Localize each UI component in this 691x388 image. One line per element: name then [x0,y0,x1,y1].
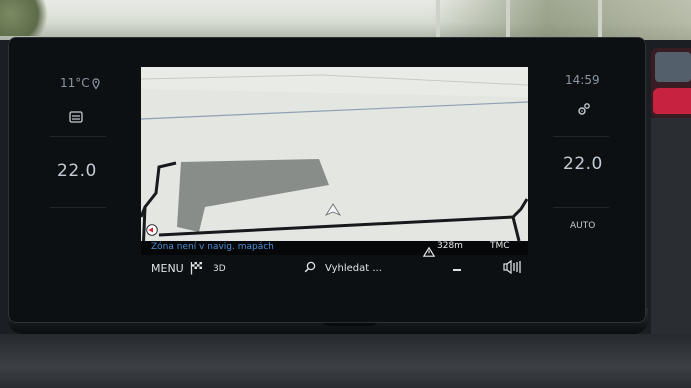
divider [50,136,106,137]
passenger-temp[interactable]: 22.0 [563,154,603,174]
dashboard-lower [0,334,691,388]
location-pin-icon [92,75,100,94]
auto-climate-button[interactable]: AUTO [570,221,595,231]
outside-temp-value: 11°C [60,76,90,90]
seat-icon[interactable] [69,108,83,127]
background-car [651,48,691,118]
view-3d-button[interactable]: 3D [213,264,226,274]
gear-icon[interactable] [576,101,592,121]
map-status-bar: Zóna není v navig. mapách 328m TMC [141,241,528,257]
nav-toolbar: MENU 3D Vyhledat ... [141,257,528,283]
destination-flag-icon[interactable] [190,261,203,278]
minus-icon[interactable] [453,269,461,271]
background-pole [436,0,440,38]
background-pole [598,0,602,38]
divider [553,136,609,137]
traffic-tmc-label: TMC [490,241,510,251]
search-button[interactable]: Vyhledat ... [325,263,382,274]
clock: 14:59 [565,73,600,87]
background-trees [430,0,691,40]
menu-button[interactable]: MENU [151,262,184,275]
divider [50,207,106,208]
distance-to-event: 328m [437,241,463,251]
search-icon[interactable] [304,261,316,276]
divider [553,207,609,208]
volume-icon[interactable] [503,259,521,277]
outside-temperature: 11°C [60,76,90,90]
background-pole [506,0,510,38]
background-tree [0,0,55,36]
navigation-map[interactable] [141,67,528,255]
driver-temp[interactable]: 22.0 [57,161,97,181]
zone-notice: Zóna není v navig. mapách [151,242,274,252]
